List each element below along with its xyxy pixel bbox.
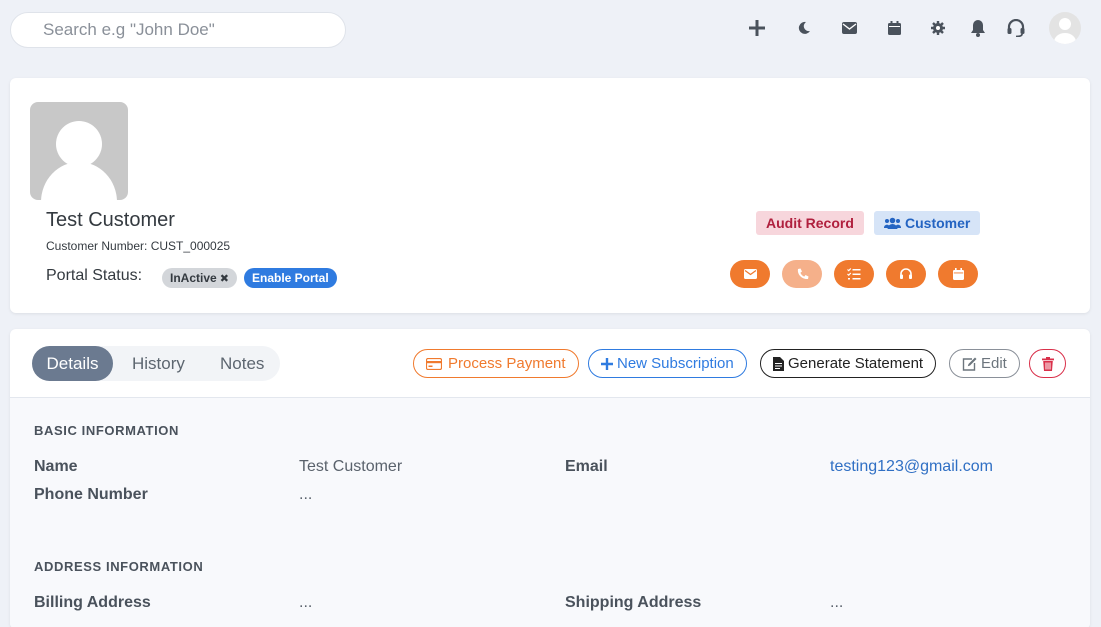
plus-icon <box>601 357 613 370</box>
headset-icon <box>899 267 913 281</box>
details-panel: BASIC INFORMATION Name Test Customer Ema… <box>10 398 1090 627</box>
audit-record-badge: Audit Record <box>756 211 864 235</box>
email-value[interactable]: testing123@gmail.com <box>830 458 993 476</box>
phone-label: Phone Number <box>34 486 148 503</box>
calendar-icon[interactable] <box>878 12 910 44</box>
bell-icon[interactable] <box>962 12 994 44</box>
email-label: Email <box>565 458 608 475</box>
call-customer-button[interactable] <box>782 260 822 288</box>
search-bar[interactable] <box>10 12 346 48</box>
new-subscription-label: New Subscription <box>617 355 734 372</box>
billing-address-label: Billing Address <box>34 594 151 611</box>
phone-icon <box>796 268 809 281</box>
support-button[interactable] <box>886 260 926 288</box>
customer-badge-label: Customer <box>905 215 971 231</box>
portal-status-label: Portal Status: <box>46 267 143 284</box>
phone-value: ... <box>299 486 313 503</box>
gear-icon[interactable] <box>922 12 954 44</box>
calendar-icon <box>952 268 964 280</box>
credit-card-icon <box>426 357 442 370</box>
edit-icon <box>962 357 977 371</box>
portal-status-badge: InActive ✖ <box>162 268 237 288</box>
billing-address-value: ... <box>299 594 313 611</box>
email-customer-button[interactable] <box>730 260 770 288</box>
customer-name: Test Customer <box>46 209 175 231</box>
shipping-address-label: Shipping Address <box>565 594 702 611</box>
delete-button[interactable] <box>1029 349 1066 378</box>
tasks-button[interactable] <box>834 260 874 288</box>
tab-notes[interactable]: Notes <box>220 346 264 381</box>
moon-icon[interactable] <box>788 12 820 44</box>
search-input[interactable] <box>43 20 323 40</box>
new-subscription-button[interactable]: New Subscription <box>588 349 747 378</box>
customer-type-badge: Customer <box>874 211 981 235</box>
edit-button[interactable]: Edit <box>949 349 1020 378</box>
process-payment-label: Process Payment <box>448 355 566 372</box>
tab-details[interactable]: Details <box>32 346 113 381</box>
document-icon <box>773 356 784 371</box>
process-payment-button[interactable]: Process Payment <box>413 349 579 378</box>
details-card: Details History Notes Process Payment Ne… <box>10 329 1090 627</box>
address-info-title: ADDRESS INFORMATION <box>34 559 204 574</box>
shipping-address-value: ... <box>830 594 844 611</box>
user-avatar[interactable] <box>1049 12 1081 44</box>
users-icon <box>884 217 901 229</box>
plus-icon[interactable] <box>741 12 773 44</box>
schedule-button[interactable] <box>938 260 978 288</box>
name-label: Name <box>34 458 78 475</box>
trash-icon <box>1041 356 1054 371</box>
generate-statement-label: Generate Statement <box>788 355 924 372</box>
profile-avatar <box>30 102 128 200</box>
close-icon[interactable]: ✖ <box>220 272 229 285</box>
headset-icon[interactable] <box>1000 12 1032 44</box>
edit-label: Edit <box>981 355 1007 372</box>
mail-icon[interactable] <box>833 12 865 44</box>
tab-bar: Details History Notes <box>32 346 280 381</box>
generate-statement-button[interactable]: Generate Statement <box>760 349 937 378</box>
customer-number: Customer Number: CUST_000025 <box>46 239 231 253</box>
profile-card: Test Customer Customer Number: CUST_0000… <box>10 78 1090 313</box>
name-value: Test Customer <box>299 458 403 475</box>
portal-status-value: InActive <box>170 271 217 285</box>
basic-info-title: BASIC INFORMATION <box>34 423 180 438</box>
tab-history[interactable]: History <box>132 346 185 381</box>
mail-icon <box>743 269 757 279</box>
checklist-icon <box>847 268 861 280</box>
enable-portal-button[interactable]: Enable Portal <box>244 268 337 288</box>
